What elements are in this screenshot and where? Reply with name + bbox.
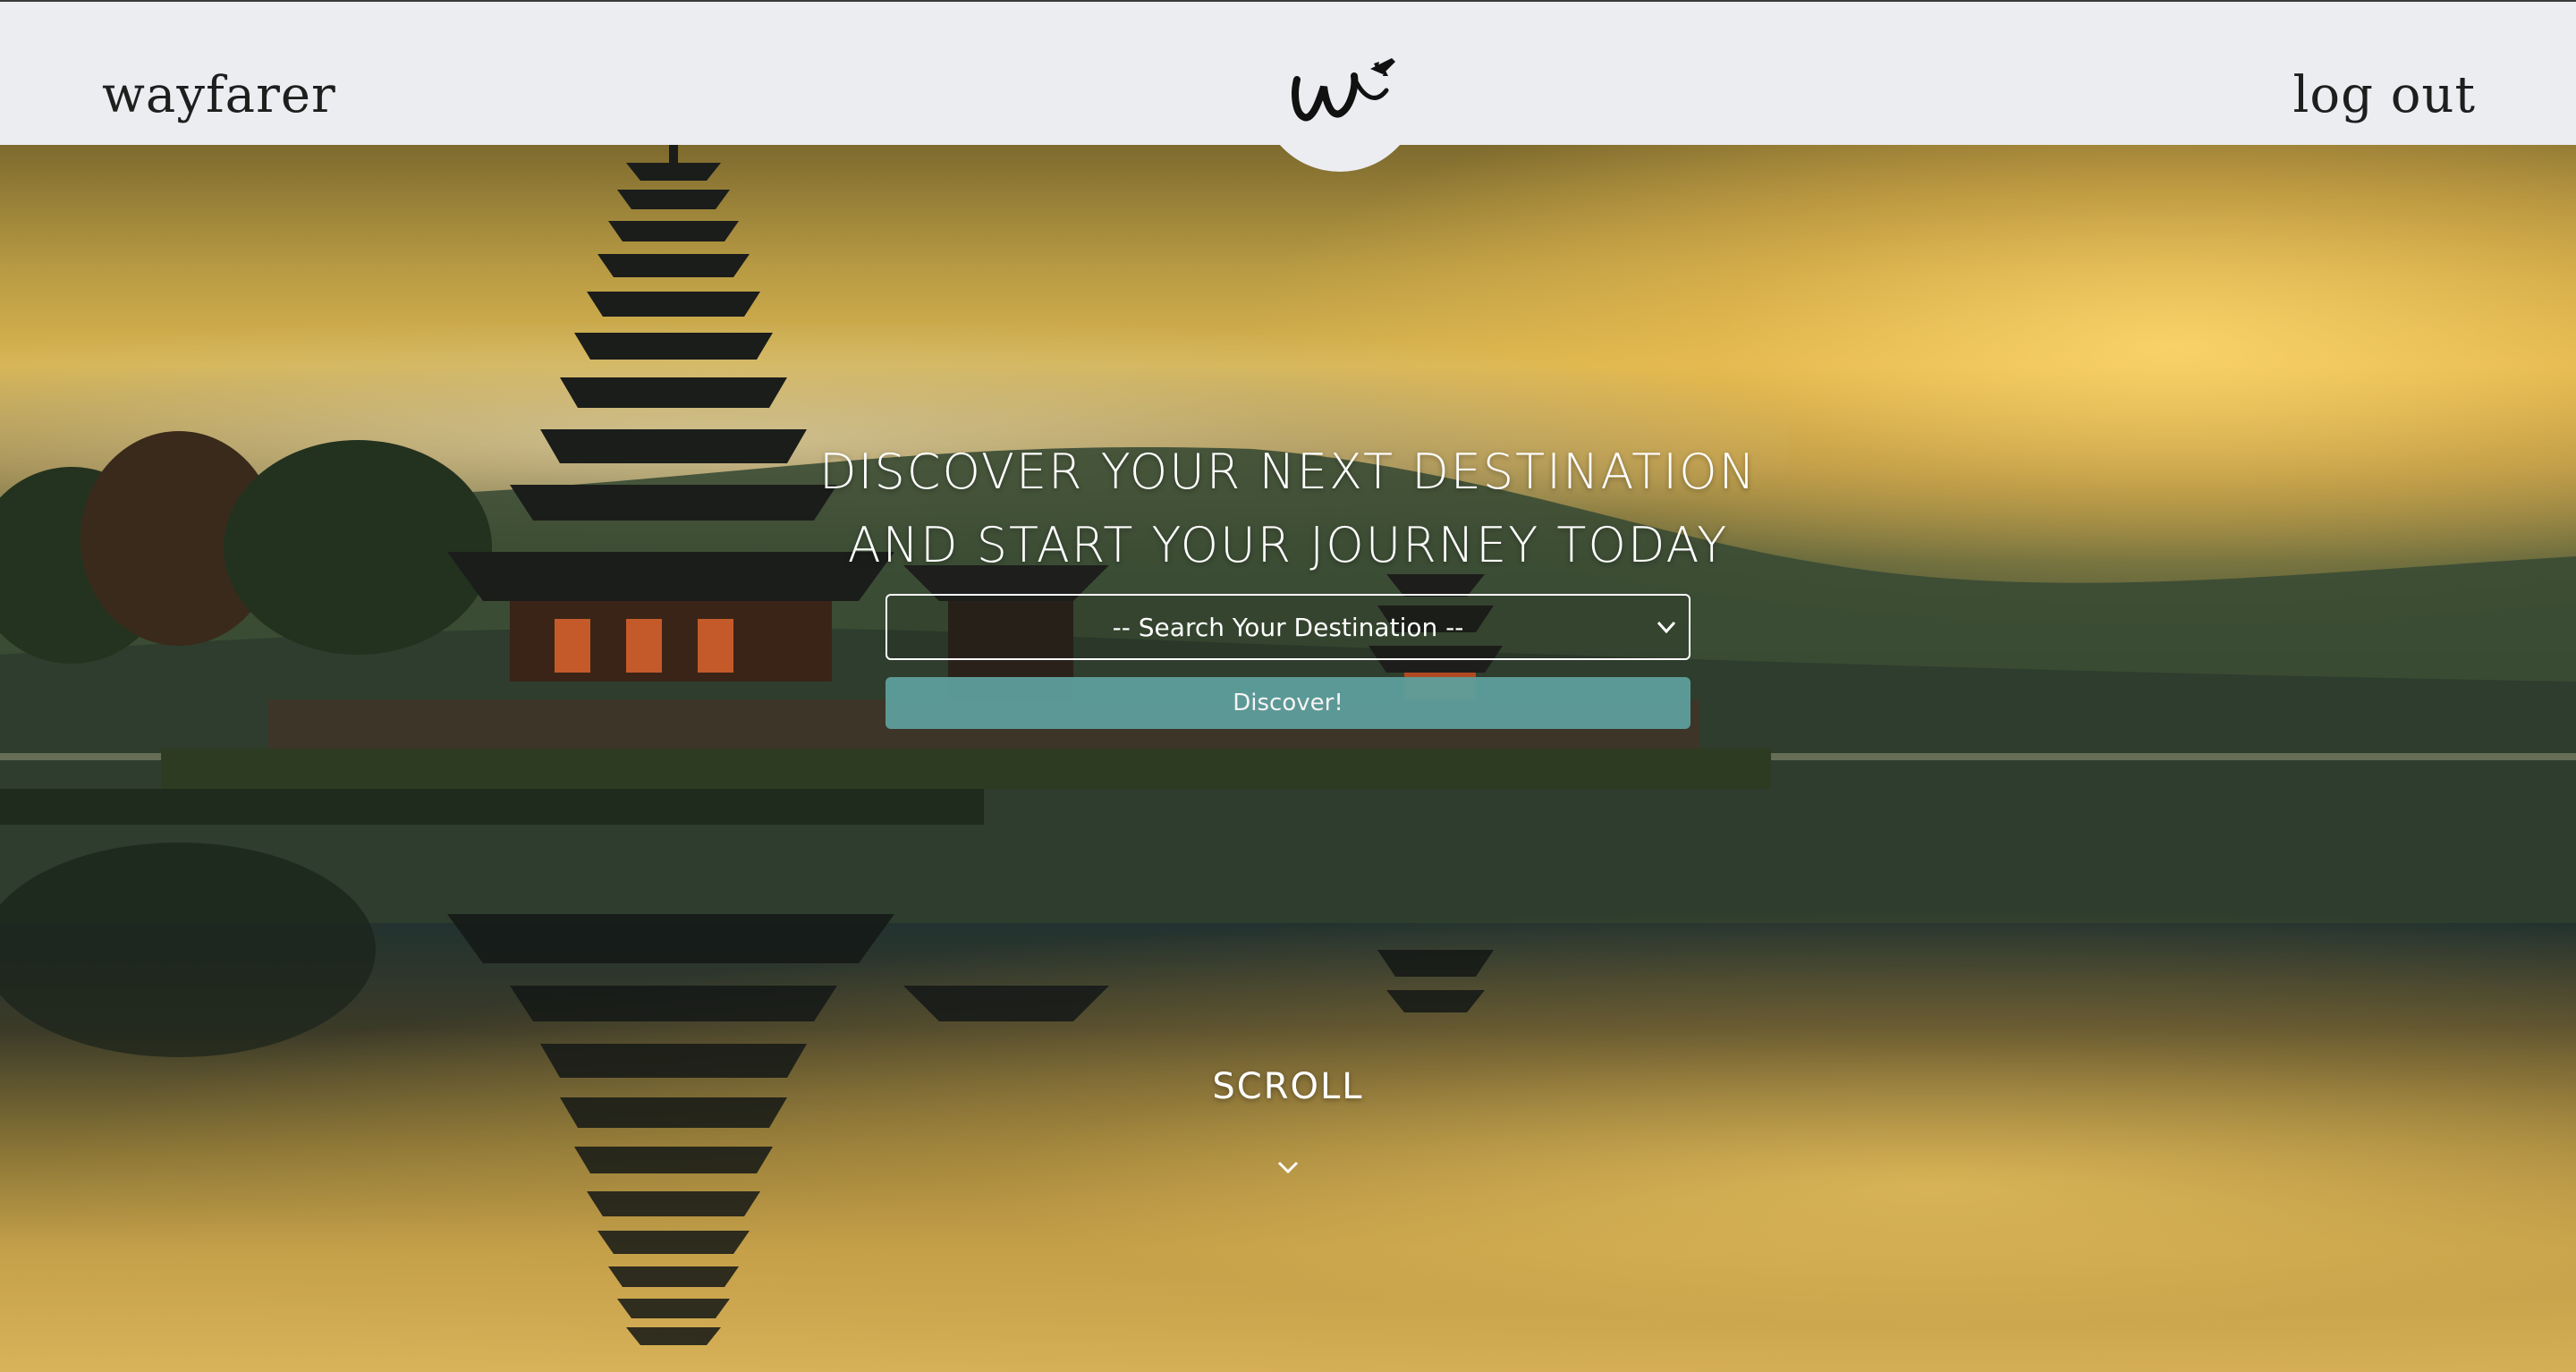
headline-line-2: AND START YOUR JOURNEY TODAY bbox=[847, 517, 1729, 573]
brand-link[interactable]: wayfarer bbox=[102, 66, 336, 124]
page: wayfarer log out DISCOVER YOUR NEXT DEST… bbox=[0, 0, 2576, 1372]
temple-illustration bbox=[0, 145, 1771, 1345]
wayfarer-signature-logo-icon bbox=[1292, 58, 1395, 122]
chevron-down-icon bbox=[1657, 621, 1676, 634]
scroll-chevron-icon[interactable] bbox=[1274, 1154, 1302, 1182]
destination-select[interactable]: -- Search Your Destination -- bbox=[886, 594, 1690, 660]
logo[interactable] bbox=[1259, 11, 1420, 172]
discover-button[interactable]: Discover! bbox=[886, 677, 1690, 729]
destination-select-value: -- Search Your Destination -- bbox=[1112, 612, 1464, 642]
scroll-label[interactable]: SCROLL bbox=[0, 1066, 2576, 1107]
headline-line-1: DISCOVER YOUR NEXT DESTINATION bbox=[818, 444, 1758, 500]
logout-link[interactable]: log out bbox=[2292, 66, 2476, 124]
hero-section: DISCOVER YOUR NEXT DESTINATION AND START… bbox=[0, 145, 2576, 1372]
